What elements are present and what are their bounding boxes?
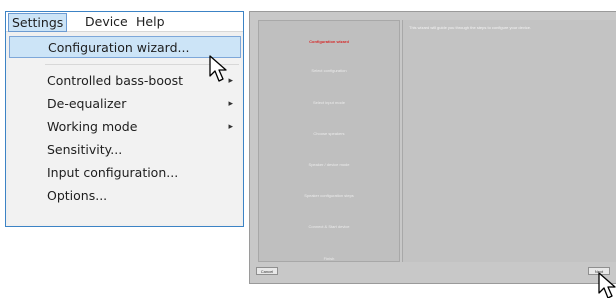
menu-item-controlled-bass-boost[interactable]: Controlled bass-boost ▸ [9, 70, 241, 92]
screenshot-stage: Settings Device Help Configuration wizar… [0, 0, 616, 298]
menu-item-working-mode[interactable]: Working mode ▸ [9, 116, 241, 138]
wizard-steps-sidebar: Configuration wizard Select configuratio… [258, 20, 400, 262]
settings-menu-window: Settings Device Help Configuration wizar… [5, 11, 244, 227]
settings-dropdown: Configuration wizard... Controlled bass-… [9, 36, 241, 224]
menu-item-de-equalizer[interactable]: De-equalizer ▸ [9, 93, 241, 115]
mouse-pointer-icon [598, 272, 616, 298]
configuration-wizard-dialog: Configuration wizard Select configuratio… [249, 11, 616, 284]
menu-item-label: Sensitivity... [47, 142, 123, 157]
menu-item-options[interactable]: Options... [9, 185, 241, 207]
mouse-pointer-icon [209, 55, 227, 82]
wizard-step: Finish [323, 256, 335, 261]
wizard-step: Connect & Start device [308, 224, 350, 229]
menu-item-sensitivity[interactable]: Sensitivity... [9, 139, 241, 161]
wizard-content-panel: This wizard will guide you through the s… [402, 20, 616, 262]
submenu-arrow-icon: ▸ [228, 122, 233, 132]
wizard-step: Speaker configuration steps [304, 193, 354, 198]
wizard-step-current: Configuration wizard [309, 39, 349, 44]
menu-help[interactable]: Help [133, 14, 168, 30]
wizard-step: Speaker / device mode [308, 162, 350, 167]
menu-item-label: Options... [47, 188, 108, 203]
menu-item-label: Working mode [47, 119, 138, 134]
menu-item-input-configuration[interactable]: Input configuration... [9, 162, 241, 184]
menu-settings[interactable]: Settings [8, 13, 68, 32]
menubar: Settings Device Help [6, 12, 243, 32]
menu-device[interactable]: Device [82, 14, 131, 30]
wizard-step: Select input mode [312, 100, 346, 105]
wizard-step: Select configuration [311, 68, 347, 73]
wizard-intro-text: This wizard will guide you through the s… [409, 25, 532, 30]
menu-item-label: Input configuration... [47, 165, 179, 180]
submenu-arrow-icon: ▸ [228, 99, 233, 109]
menu-item-label: Configuration wizard... [48, 40, 190, 55]
wizard-cancel-button[interactable]: Cancel [256, 267, 278, 275]
menu-item-label: Controlled bass-boost [47, 73, 184, 88]
menu-item-label: De-equalizer [47, 96, 127, 111]
menu-item-configuration-wizard[interactable]: Configuration wizard... [9, 36, 241, 58]
wizard-step: Choose speakers [313, 131, 345, 136]
